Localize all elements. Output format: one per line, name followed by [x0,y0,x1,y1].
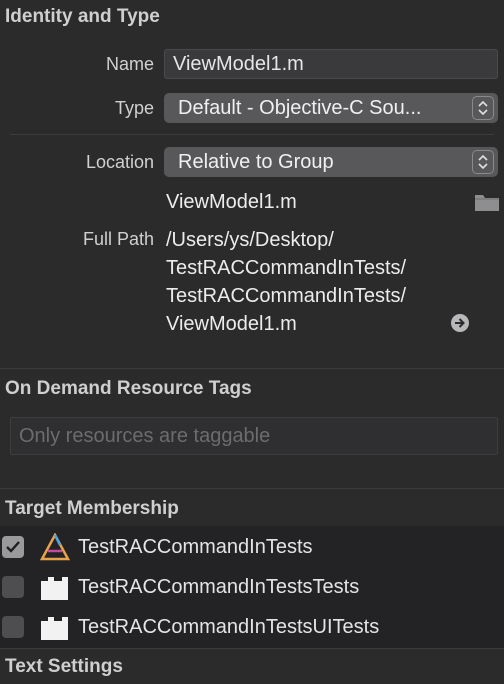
target-checkbox[interactable] [2,536,24,558]
chevron-up-down-icon [472,96,494,120]
checkmark-icon [6,541,20,553]
identity-section-header: Identity and Type [0,0,504,34]
location-popup[interactable]: Relative to Group [164,147,498,177]
tags-field-placeholder: Only resources are taggable [19,424,271,447]
full-path-line: ViewModel1.m [166,313,297,335]
target-label: TestRACCommandInTestsTests [78,575,360,598]
divider [0,648,504,649]
type-popup-value: Default - Objective-C Sou... [178,96,422,119]
test-bundle-icon [38,572,72,602]
target-label: TestRACCommandInTestsUITests [78,615,380,638]
name-field-value: ViewModel1.m [173,52,304,75]
tags-field: Only resources are taggable [10,417,498,455]
target-membership-section-header: Target Membership [5,498,179,519]
full-path-line: /Users/ys/Desktop/ [166,229,334,251]
target-checkbox[interactable] [2,616,24,638]
target-label: TestRACCommandInTests [78,535,313,558]
test-bundle-icon [38,612,72,642]
on-demand-section-header: On Demand Resource Tags [5,378,252,399]
type-popup[interactable]: Default - Objective-C Sou... [164,93,498,123]
type-label: Type [114,98,154,118]
folder-icon[interactable] [474,192,500,217]
full-path-label: Full Path [82,229,154,249]
app-icon [38,532,72,562]
divider [10,134,494,135]
chevron-up-down-icon [472,150,494,174]
reveal-arrow-icon[interactable] [450,313,470,338]
target-row[interactable]: TestRACCommandInTestsUITests [0,607,504,647]
divider [0,488,504,489]
location-popup-value: Relative to Group [178,150,334,173]
full-path-line: TestRACCommandInTests/ [166,257,407,279]
target-row[interactable]: TestRACCommandInTestsTests [0,567,504,607]
divider [0,368,504,369]
name-label: Name [105,54,154,74]
target-row[interactable]: TestRACCommandInTests [0,527,504,567]
text-settings-section-header: Text Settings [5,656,123,677]
full-path-line: TestRACCommandInTests/ [166,285,407,307]
name-field[interactable]: ViewModel1.m [164,49,498,79]
location-label: Location [85,152,154,172]
target-checkbox[interactable] [2,576,24,598]
location-file-name: ViewModel1.m [166,191,297,213]
